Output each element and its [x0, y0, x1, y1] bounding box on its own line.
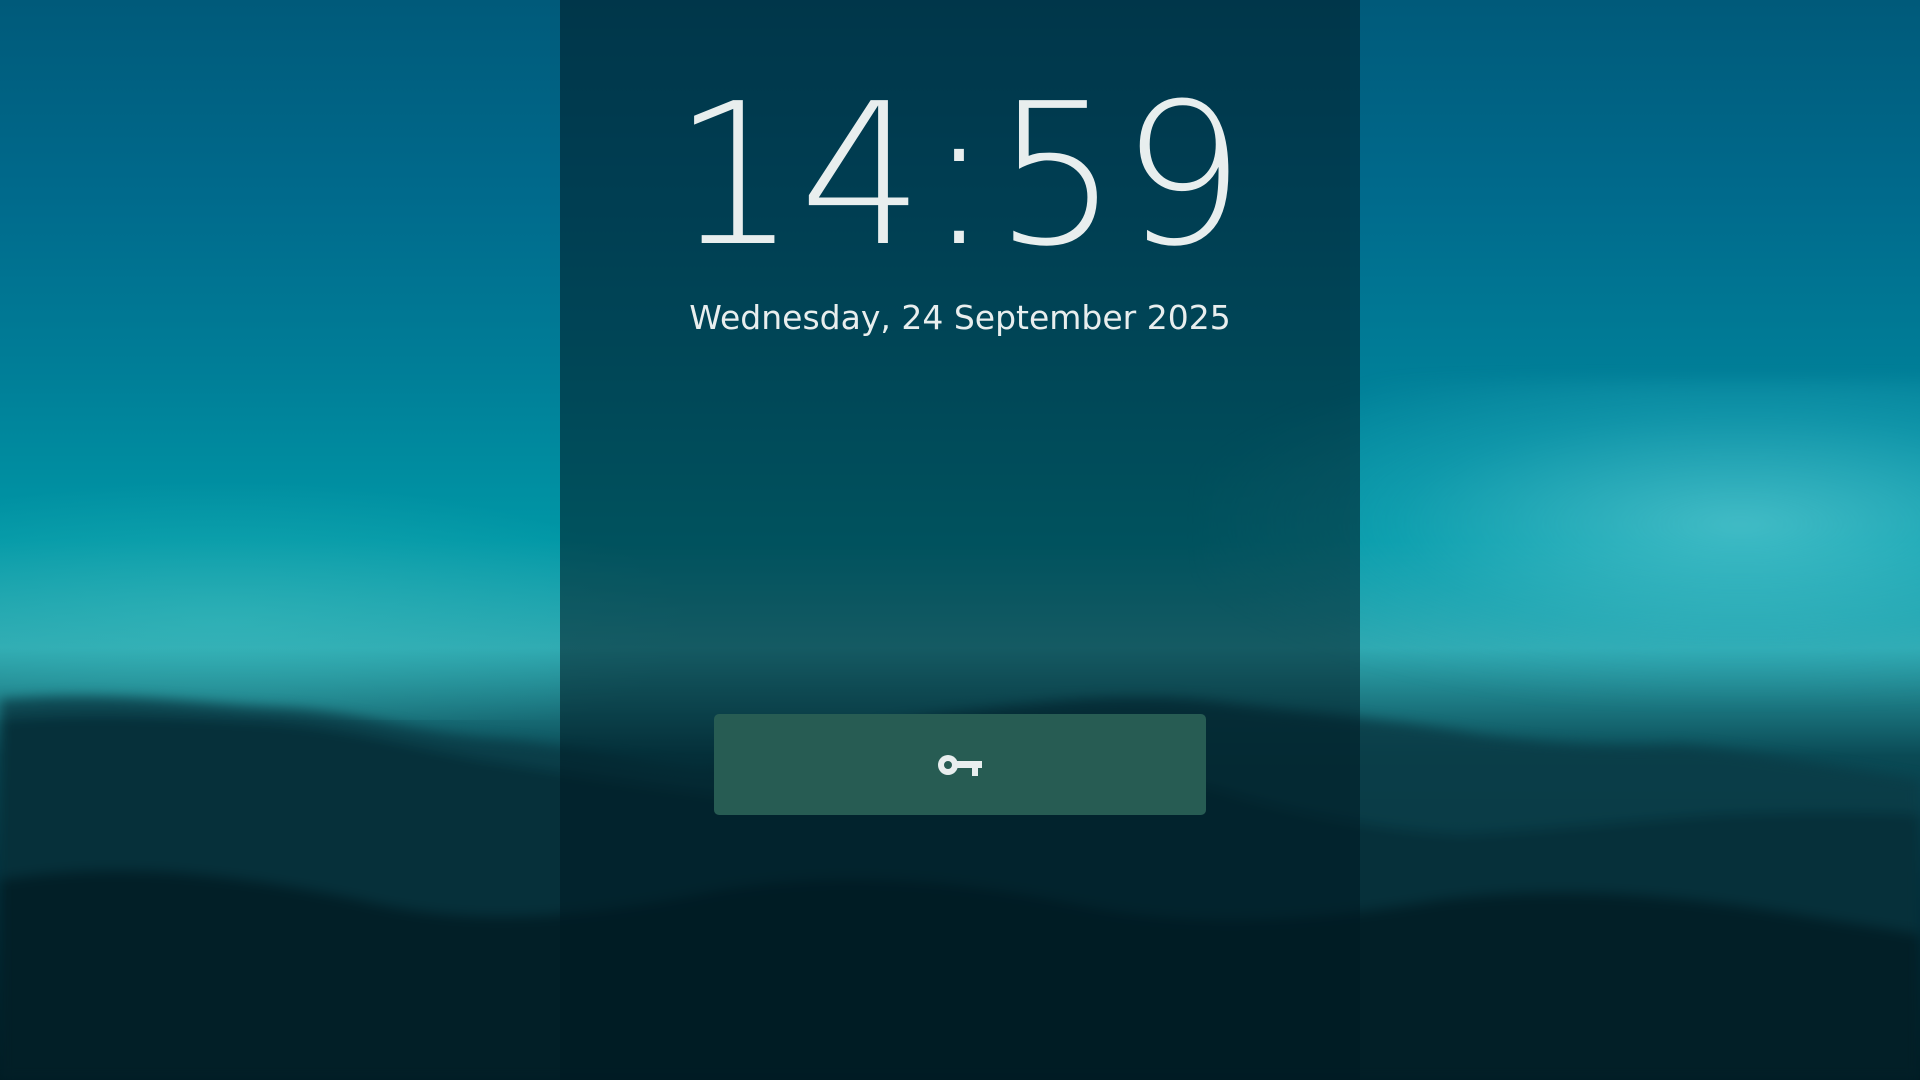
- clock-time: 14:59: [672, 62, 1248, 290]
- key-icon: [938, 754, 982, 776]
- lock-screen: 14:59 Wednesday, 24 September 2025: [0, 0, 1920, 1080]
- lock-panel: 14:59 Wednesday, 24 September 2025: [560, 0, 1360, 1080]
- clock-date: Wednesday, 24 September 2025: [689, 298, 1231, 337]
- unlock-button[interactable]: [714, 714, 1206, 815]
